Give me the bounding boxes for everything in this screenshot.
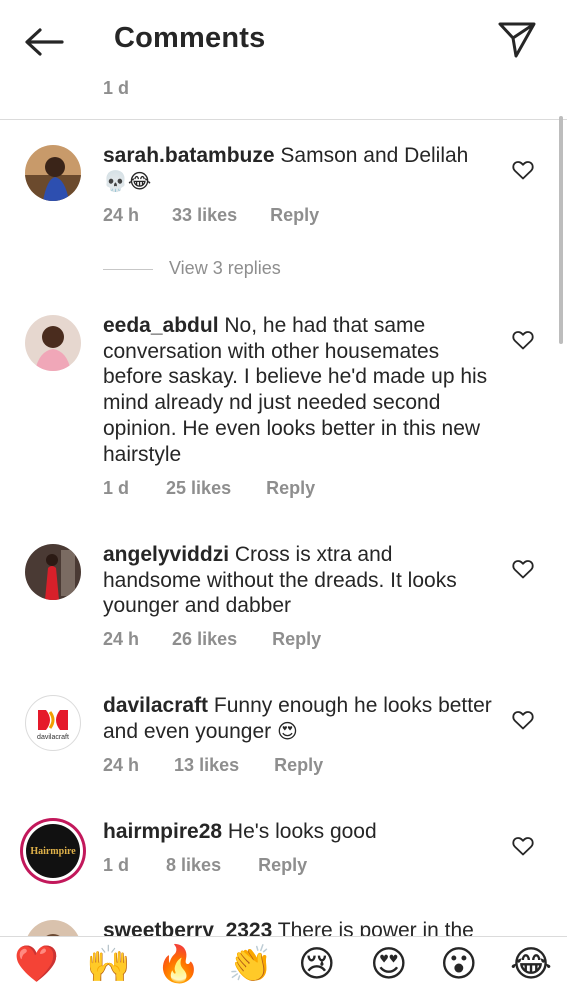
- comment-time: 24 h: [103, 629, 140, 649]
- comment-username[interactable]: hairmpire28: [103, 820, 222, 843]
- crying-face-emoji-icon[interactable]: 😢: [298, 945, 336, 985]
- like-heart-icon[interactable]: [512, 330, 534, 350]
- comment-likes[interactable]: 33 likes: [172, 205, 237, 226]
- previous-comment-time: 1 d: [103, 78, 130, 98]
- comment-likes[interactable]: 8 likes: [166, 855, 221, 876]
- caption-divider: [0, 119, 567, 120]
- page-title: Comments: [114, 22, 266, 54]
- avatar[interactable]: Hairmpire: [20, 818, 86, 884]
- fire-emoji-icon[interactable]: 🔥: [156, 945, 201, 985]
- comment-emoji: 💀😂: [103, 168, 152, 193]
- comment-username[interactable]: eeda_abdul: [103, 314, 219, 337]
- view-replies-button[interactable]: View 3 replies: [103, 258, 281, 279]
- reply-button[interactable]: Reply: [266, 478, 315, 499]
- view-replies-label: View 3 replies: [169, 258, 281, 278]
- reply-button[interactable]: Reply: [258, 855, 307, 876]
- comment-emoji: 😍: [276, 718, 298, 743]
- comment-likes[interactable]: 26 likes: [172, 629, 237, 650]
- surprised-face-emoji-icon[interactable]: 😮: [440, 945, 478, 985]
- comment-time: 24 h: [103, 205, 140, 225]
- reply-button[interactable]: Reply: [272, 629, 321, 650]
- view-replies-line: [103, 268, 153, 270]
- comment-username[interactable]: davilacraft: [103, 694, 208, 717]
- avatar[interactable]: [25, 145, 81, 201]
- back-arrow-icon[interactable]: [22, 26, 66, 58]
- avatar-logo-text: Hairmpire: [30, 846, 76, 857]
- avatar[interactable]: [25, 544, 81, 600]
- like-heart-icon[interactable]: [512, 160, 534, 180]
- comment-text: Samson and Delilah: [280, 144, 469, 167]
- scrollbar[interactable]: [559, 116, 563, 344]
- clapping-hands-emoji-icon[interactable]: 👏: [228, 945, 273, 985]
- direct-send-icon[interactable]: [496, 18, 538, 60]
- tears-of-joy-emoji-icon[interactable]: 😂: [510, 945, 552, 985]
- comment-time: 1 d: [103, 478, 130, 498]
- like-heart-icon[interactable]: [512, 710, 534, 730]
- reply-button[interactable]: Reply: [274, 755, 323, 776]
- comment-username[interactable]: angelyviddzi: [103, 543, 229, 566]
- comment-likes[interactable]: 25 likes: [166, 478, 231, 499]
- avatar[interactable]: [25, 315, 81, 371]
- quick-reaction-bar: ❤️ 🙌 🔥 👏 😢 😍 😮 😂: [0, 936, 567, 1001]
- like-heart-icon[interactable]: [512, 836, 534, 856]
- like-heart-icon[interactable]: [512, 559, 534, 579]
- reply-button[interactable]: Reply: [270, 205, 319, 226]
- red-heart-emoji-icon[interactable]: ❤️: [14, 945, 59, 985]
- heart-eyes-emoji-icon[interactable]: 😍: [370, 945, 408, 985]
- comment-likes[interactable]: 13 likes: [174, 755, 239, 776]
- raising-hands-emoji-icon[interactable]: 🙌: [86, 945, 131, 985]
- avatar[interactable]: davilacraft: [25, 695, 81, 751]
- comments-header: Comments: [0, 0, 567, 82]
- comment-time: 24 h: [103, 755, 140, 775]
- comment-username[interactable]: sarah.batambuze: [103, 144, 275, 167]
- avatar-logo-text: davilacraft: [37, 734, 69, 741]
- comment-time: 1 d: [103, 855, 130, 875]
- comment-text: He's looks good: [227, 820, 377, 843]
